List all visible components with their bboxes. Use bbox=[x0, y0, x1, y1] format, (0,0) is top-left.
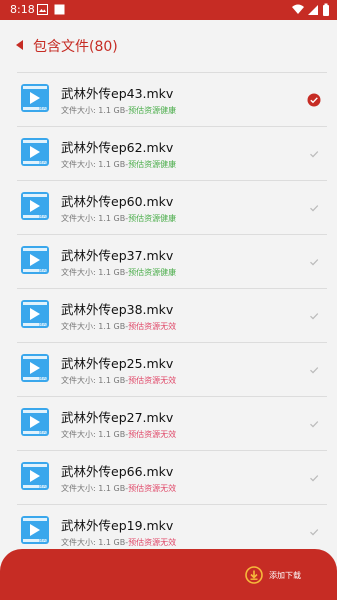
file-size: 文件大小: 1.1 GB- bbox=[61, 484, 129, 493]
header: 包含文件(80) bbox=[0, 20, 337, 70]
mp4-video-file-icon: MP4 bbox=[21, 516, 49, 544]
checkmark-icon[interactable] bbox=[307, 309, 321, 323]
file-type-label: MP4 bbox=[39, 376, 48, 381]
resource-health: 预估资源健康 bbox=[128, 268, 177, 277]
battery-icon bbox=[323, 5, 329, 16]
status-time: 8:18 bbox=[10, 3, 35, 16]
checkmark-icon[interactable] bbox=[307, 201, 321, 215]
file-meta: 文件大小: 1.1 GB-预估资源无效 bbox=[61, 429, 176, 440]
file-meta: 文件大小: 1.1 GB-预估资源健康 bbox=[61, 159, 176, 170]
file-name: 武林外传ep25.mkv bbox=[61, 356, 174, 371]
mp4-video-file-icon: MP4 bbox=[21, 300, 49, 328]
wifi-icon bbox=[292, 4, 304, 14]
signal-icon bbox=[308, 5, 318, 15]
mp4-video-file-icon: MP4 bbox=[21, 84, 49, 112]
resource-health: 预估资源健康 bbox=[128, 160, 177, 169]
notification-square-icon bbox=[54, 4, 65, 15]
checkmark-icon[interactable] bbox=[307, 255, 321, 269]
add-download-button[interactable]: 添加下载 bbox=[245, 565, 301, 585]
add-download-label: 添加下载 bbox=[269, 570, 301, 580]
mp4-video-file-icon: MP4 bbox=[21, 192, 49, 220]
file-type-label: MP4 bbox=[39, 484, 48, 489]
file-type-label: MP4 bbox=[39, 268, 48, 273]
checkmark-icon[interactable] bbox=[307, 417, 321, 431]
mp4-video-file-icon: MP4 bbox=[21, 138, 49, 166]
file-meta: 文件大小: 1.1 GB-预估资源健康 bbox=[61, 267, 176, 278]
mp4-video-file-icon: MP4 bbox=[21, 246, 49, 274]
resource-health: 预估资源健康 bbox=[128, 214, 177, 223]
file-size: 文件大小: 1.1 GB- bbox=[61, 268, 129, 277]
file-list-item[interactable]: MP4 武林外传ep43.mkv 文件大小: 1.1 GB-预估资源健康 bbox=[17, 72, 327, 126]
file-meta: 文件大小: 1.1 GB-预估资源无效 bbox=[61, 321, 176, 332]
file-meta: 文件大小: 1.1 GB-预估资源无效 bbox=[61, 483, 176, 494]
file-size: 文件大小: 1.1 GB- bbox=[61, 430, 129, 439]
file-meta: 文件大小: 1.1 GB-预估资源健康 bbox=[61, 105, 176, 116]
file-type-label: MP4 bbox=[39, 106, 48, 111]
file-name: 武林外传ep66.mkv bbox=[61, 464, 174, 479]
file-list-item[interactable]: MP4 武林外传ep60.mkv 文件大小: 1.1 GB-预估资源健康 bbox=[17, 180, 327, 234]
file-list-item[interactable]: MP4 武林外传ep37.mkv 文件大小: 1.1 GB-预估资源健康 bbox=[17, 234, 327, 288]
file-list-item[interactable]: MP4 武林外传ep66.mkv 文件大小: 1.1 GB-预估资源无效 bbox=[17, 450, 327, 504]
checkmark-icon[interactable] bbox=[307, 147, 321, 161]
resource-health: 预估资源无效 bbox=[128, 484, 177, 493]
mp4-video-file-icon: MP4 bbox=[21, 408, 49, 436]
file-size: 文件大小: 1.1 GB- bbox=[61, 322, 129, 331]
resource-health: 预估资源无效 bbox=[128, 430, 177, 439]
resource-health: 预估资源无效 bbox=[128, 322, 177, 331]
file-name: 武林外传ep19.mkv bbox=[61, 518, 174, 533]
bottom-action-bar: 添加下载 bbox=[0, 549, 337, 600]
file-size: 文件大小: 1.1 GB- bbox=[61, 160, 129, 169]
file-size: 文件大小: 1.1 GB- bbox=[61, 214, 129, 223]
file-list-item[interactable]: MP4 武林外传ep27.mkv 文件大小: 1.1 GB-预估资源无效 bbox=[17, 396, 327, 450]
file-name: 武林外传ep37.mkv bbox=[61, 248, 174, 263]
resource-health: 预估资源健康 bbox=[128, 106, 177, 115]
file-name: 武林外传ep62.mkv bbox=[61, 140, 174, 155]
checkmark-icon[interactable] bbox=[307, 525, 321, 539]
resource-health: 预估资源无效 bbox=[128, 376, 177, 385]
file-name: 武林外传ep60.mkv bbox=[61, 194, 174, 209]
download-icon bbox=[245, 566, 263, 584]
file-list-item[interactable]: MP4 武林外传ep38.mkv 文件大小: 1.1 GB-预估资源无效 bbox=[17, 288, 327, 342]
file-size: 文件大小: 1.1 GB- bbox=[61, 376, 129, 385]
file-list: MP4 武林外传ep43.mkv 文件大小: 1.1 GB-预估资源健康 MP4… bbox=[17, 72, 327, 558]
checkmark-icon[interactable] bbox=[307, 363, 321, 377]
file-size: 文件大小: 1.1 GB- bbox=[61, 106, 129, 115]
file-list-item[interactable]: MP4 武林外传ep25.mkv 文件大小: 1.1 GB-预估资源无效 bbox=[17, 342, 327, 396]
resource-health: 预估资源无效 bbox=[128, 538, 177, 547]
status-icons bbox=[292, 3, 329, 16]
file-meta: 文件大小: 1.1 GB-预估资源无效 bbox=[61, 537, 176, 548]
file-list-item[interactable]: MP4 武林外传ep62.mkv 文件大小: 1.1 GB-预估资源健康 bbox=[17, 126, 327, 180]
file-name: 武林外传ep27.mkv bbox=[61, 410, 174, 425]
file-name: 武林外传ep38.mkv bbox=[61, 302, 174, 317]
file-name: 武林外传ep43.mkv bbox=[61, 86, 174, 101]
mp4-video-file-icon: MP4 bbox=[21, 354, 49, 382]
back-arrow-icon[interactable] bbox=[13, 38, 27, 52]
file-meta: 文件大小: 1.1 GB-预估资源无效 bbox=[61, 375, 176, 386]
status-bar: 8:18 bbox=[0, 0, 337, 20]
file-type-label: MP4 bbox=[39, 322, 48, 327]
file-size: 文件大小: 1.1 GB- bbox=[61, 538, 129, 547]
checked-circle-icon[interactable] bbox=[307, 93, 321, 107]
file-type-label: MP4 bbox=[39, 214, 48, 219]
file-type-label: MP4 bbox=[39, 430, 48, 435]
checkmark-icon[interactable] bbox=[307, 471, 321, 485]
page-title: 包含文件(80) bbox=[33, 39, 118, 55]
file-type-label: MP4 bbox=[39, 160, 48, 165]
file-meta: 文件大小: 1.1 GB-预估资源健康 bbox=[61, 213, 176, 224]
image-notification-icon bbox=[37, 4, 48, 15]
mp4-video-file-icon: MP4 bbox=[21, 462, 49, 490]
file-type-label: MP4 bbox=[39, 538, 48, 543]
